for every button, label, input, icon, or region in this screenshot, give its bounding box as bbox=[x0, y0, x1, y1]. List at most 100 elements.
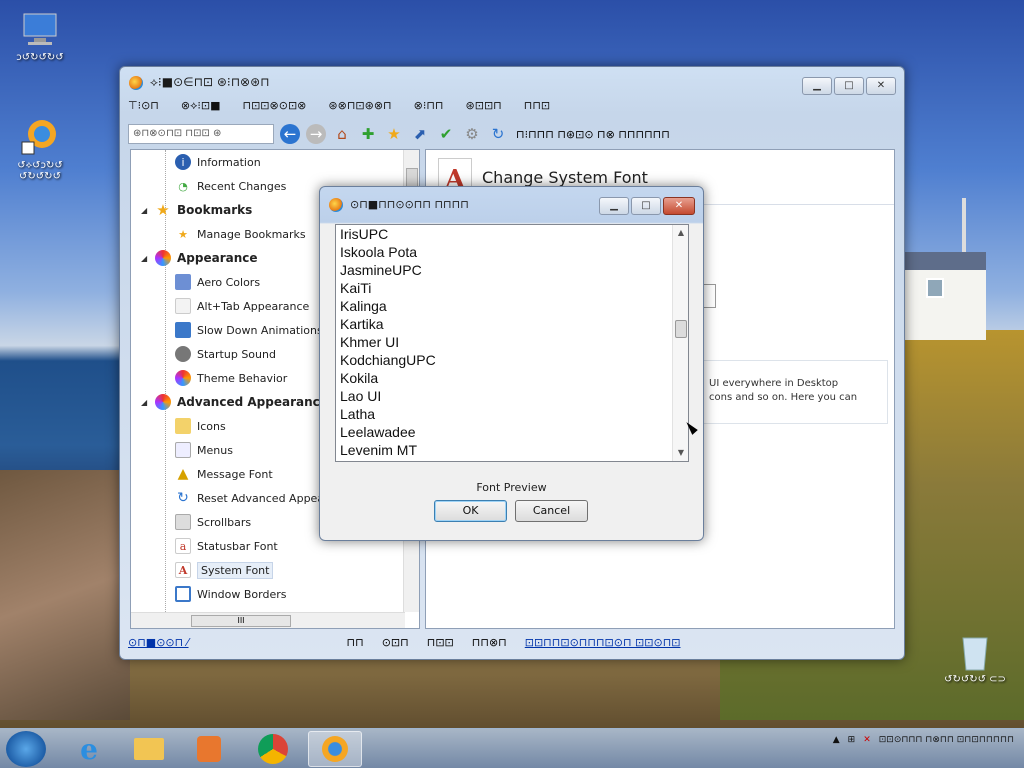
tree-item-manage-bookmarks[interactable]: ★ Manage Bookmarks bbox=[175, 222, 306, 246]
wallpaper-rocks bbox=[0, 470, 130, 720]
aero-colors-icon bbox=[175, 274, 191, 290]
warning-icon: ▲ bbox=[177, 466, 189, 482]
tree-item-aero-colors[interactable]: Aero Colors bbox=[175, 270, 260, 294]
taskbar-tweaker[interactable] bbox=[308, 731, 362, 767]
search-input[interactable]: ⊛⊓⊗⊙⊓⊡ ⊓⊡⊡ ⊛ bbox=[128, 124, 274, 144]
collapse-icon[interactable]: ◢ bbox=[141, 206, 151, 215]
cancel-button[interactable]: Cancel bbox=[515, 500, 588, 522]
desktop-icon-label: ↺⟡↺ↄ↻↺ ↺↻↺↻↺ bbox=[17, 160, 63, 182]
taskbar-ie[interactable]: e bbox=[62, 731, 116, 767]
scroll-thumb[interactable] bbox=[406, 168, 418, 188]
font-list-scrollbar[interactable]: ▲ ▼ bbox=[672, 225, 688, 461]
apply-check-icon[interactable]: ✔ bbox=[436, 124, 456, 144]
list-item[interactable]: IrisUPC bbox=[336, 225, 688, 243]
menu-item[interactable]: ⊓⊡⊡⊗⊙⊡⊗ bbox=[243, 99, 307, 113]
menubar: ⊤⁝⊙⊓ ⊗⟡⁝⊡■ ⊓⊡⊡⊗⊙⊡⊗ ⊛⊗⊓⊡⊛⊗⊓ ⊗⁝⊓⊓ ⊛⊡⊡⊓ ⊓⊓⊡ bbox=[128, 99, 550, 113]
desktop-icon-computer[interactable]: ↄ↺↻↺↻↺ bbox=[0, 10, 80, 63]
menu-item[interactable]: ⊛⊡⊡⊓ bbox=[466, 99, 502, 113]
tree-item-information[interactable]: i Information bbox=[175, 150, 261, 174]
tree-item-reset-advanced[interactable]: ↻ Reset Advanced Appeara bbox=[175, 486, 335, 510]
menu-item[interactable]: ⊛⊗⊓⊡⊛⊗⊓ bbox=[328, 99, 391, 113]
tree-item-alt-tab[interactable]: Alt+Tab Appearance bbox=[175, 294, 309, 318]
tree-item-menus[interactable]: Menus bbox=[175, 438, 233, 462]
minimize-button[interactable]: ▁ bbox=[802, 77, 832, 95]
list-item[interactable]: Kartika bbox=[336, 315, 688, 333]
main-titlebar[interactable]: ⟡⁝■⊙∈⊓⊡ ⊛⁝⊓⊗⊛⊓ ▁ □ ✕ bbox=[120, 67, 904, 97]
tree-group-bookmarks[interactable]: ◢ ★ Bookmarks bbox=[141, 198, 252, 222]
volume-muted-icon[interactable]: ✕ bbox=[863, 735, 871, 745]
alt-tab-icon bbox=[175, 298, 191, 314]
list-item[interactable]: Levenim MT bbox=[336, 441, 688, 459]
back-icon[interactable]: ← bbox=[280, 124, 300, 144]
tree-item-system-font[interactable]: A System Font bbox=[175, 558, 274, 582]
tree-item-window-borders[interactable]: Window Borders bbox=[175, 582, 286, 606]
scroll-up-icon[interactable]: ▲ bbox=[673, 225, 688, 241]
panel-description: UI everywhere in Desktop cons and so on.… bbox=[684, 360, 888, 424]
list-item[interactable]: Kalinga bbox=[336, 297, 688, 315]
start-button[interactable] bbox=[6, 731, 46, 767]
collapse-icon[interactable]: ◢ bbox=[141, 254, 151, 263]
list-item[interactable]: KaiTi bbox=[336, 279, 688, 297]
tree-item-recent-changes[interactable]: ◔ Recent Changes bbox=[175, 174, 286, 198]
ok-button[interactable]: OK bbox=[434, 500, 507, 522]
scroll-thumb[interactable] bbox=[675, 320, 687, 338]
add-bookmark-icon[interactable]: ✚ bbox=[358, 124, 378, 144]
list-item[interactable]: JasmineUPC bbox=[336, 261, 688, 279]
tree-item-slow-down-animations[interactable]: Slow Down Animations bbox=[175, 318, 323, 342]
font-preview-label: Font Preview bbox=[476, 481, 547, 494]
list-item[interactable]: KodchiangUPC bbox=[336, 351, 688, 369]
tree-item-message-font[interactable]: ▲ Message Font bbox=[175, 462, 273, 486]
list-item[interactable]: Khmer UI bbox=[336, 333, 688, 351]
desktop-icon-shortcut[interactable]: ↺⟡↺ↄ↻↺ ↺↻↺↻↺ bbox=[0, 118, 80, 182]
desktop-icon-recycle-bin[interactable]: ↺↻↺↻↺ ⊂⊃ bbox=[935, 632, 1015, 685]
tree-item-startup-sound[interactable]: Startup Sound bbox=[175, 342, 276, 366]
tree-item-scrollbars[interactable]: Scrollbars bbox=[175, 510, 251, 534]
status-link-left[interactable]: ⊙⊓■⊙⊙⊓ ⁄ bbox=[128, 636, 189, 649]
tree-item-icons[interactable]: Icons bbox=[175, 414, 226, 438]
menu-item[interactable]: ⊤⁝⊙⊓ bbox=[128, 99, 159, 113]
list-item[interactable]: Kokila bbox=[336, 369, 688, 387]
app-icon bbox=[322, 736, 348, 762]
taskbar-explorer[interactable] bbox=[122, 731, 176, 767]
scroll-down-icon[interactable]: ▼ bbox=[673, 445, 688, 461]
menus-icon bbox=[175, 442, 191, 458]
star-icon[interactable]: ★ bbox=[384, 124, 404, 144]
dialog-titlebar[interactable]: ⊙⊓■⊓⊓⊙⊙⊓⊓ ⊓⊓⊓⊓ ▁ □ ✕ bbox=[320, 187, 703, 217]
tray-chevron-icon[interactable]: ▲ bbox=[833, 735, 840, 745]
scroll-thumb[interactable]: III bbox=[191, 615, 291, 627]
menu-item[interactable]: ⊓⊓⊡ bbox=[524, 99, 550, 113]
tree-item-statusbar-font[interactable]: a Statusbar Font bbox=[175, 534, 278, 558]
maximize-button[interactable]: □ bbox=[631, 197, 661, 215]
taskbar-chrome[interactable] bbox=[246, 731, 300, 767]
list-item[interactable]: Leelawadee bbox=[336, 423, 688, 441]
list-item[interactable]: Lao UI bbox=[336, 387, 688, 405]
font-list[interactable]: IrisUPC Iskoola Pota JasmineUPC KaiTi Ka… bbox=[335, 224, 689, 462]
toolbar-reset-label[interactable]: ⊓⁝⊓⊓⊓ ⊓⊛⊡⊙ ⊓⊗ ⊓⊓⊓⊓⊓⊓ bbox=[516, 128, 670, 141]
close-button[interactable]: ✕ bbox=[866, 77, 896, 95]
statusbar-font-icon: a bbox=[175, 538, 191, 554]
close-button[interactable]: ✕ bbox=[663, 197, 695, 215]
tray-clock[interactable]: ⊡⊡⊙⊓⊓⊓ ⊓⊗⊓⊓ ⊡⊓⊡⊓⊓⊓⊓⊓ bbox=[879, 735, 1014, 745]
list-item[interactable]: Iskoola Pota bbox=[336, 243, 688, 261]
icons-icon bbox=[175, 418, 191, 434]
collapse-icon[interactable]: ◢ bbox=[141, 398, 151, 407]
taskbar-media[interactable] bbox=[182, 731, 236, 767]
status-link-right[interactable]: ⊡⊡⊓⊓⊡⊙⊓⊓⊓⊡⊙⊓ ⊡⊡⊙⊓⊡ bbox=[525, 636, 681, 649]
network-icon[interactable]: ⊞ bbox=[848, 735, 856, 745]
tree-horizontal-scrollbar[interactable]: III bbox=[131, 612, 405, 628]
maximize-button[interactable]: □ bbox=[834, 77, 864, 95]
window-title: ⟡⁝■⊙∈⊓⊡ ⊛⁝⊓⊗⊛⊓ bbox=[150, 75, 270, 89]
tree-group-advanced-appearance[interactable]: ◢ Advanced Appearance S bbox=[141, 390, 341, 414]
home-icon[interactable]: ⌂ bbox=[332, 124, 352, 144]
minimize-button[interactable]: ▁ bbox=[599, 197, 629, 215]
menu-item[interactable]: ⊗⁝⊓⊓ bbox=[414, 99, 444, 113]
list-item[interactable]: Latha bbox=[336, 405, 688, 423]
menu-item[interactable]: ⊗⟡⁝⊡■ bbox=[181, 99, 221, 113]
app-icon bbox=[329, 198, 343, 212]
reset-icon[interactable]: ↻ bbox=[488, 124, 508, 144]
shortcut-icon[interactable]: ⬈ bbox=[410, 124, 430, 144]
forward-icon[interactable]: → bbox=[306, 124, 326, 144]
tree-item-theme-behavior[interactable]: Theme Behavior bbox=[175, 366, 287, 390]
tree-group-appearance[interactable]: ◢ Appearance bbox=[141, 246, 258, 270]
gear-icon[interactable]: ⚙ bbox=[462, 124, 482, 144]
